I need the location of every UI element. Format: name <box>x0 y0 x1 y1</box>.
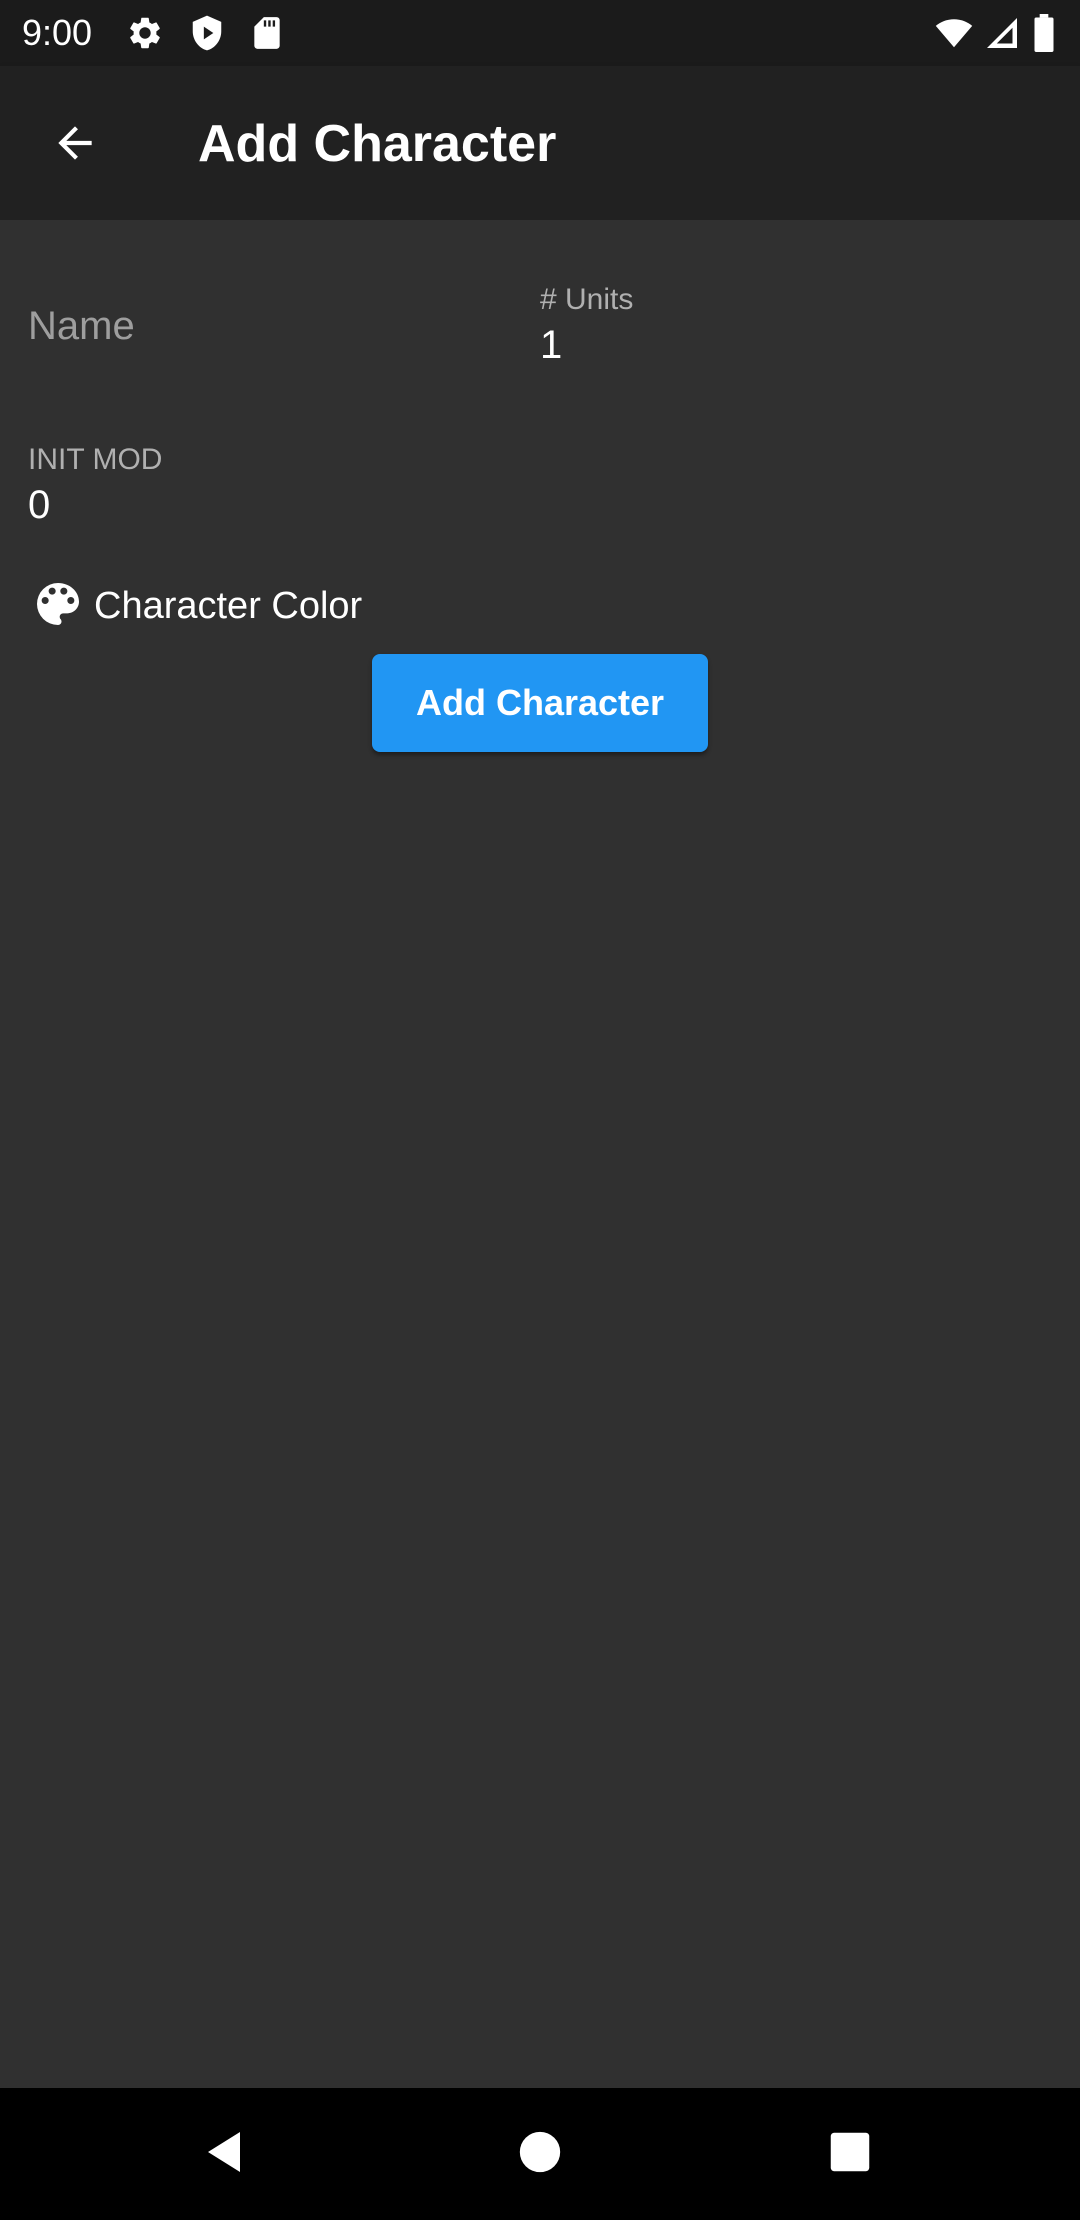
nav-back-button[interactable] <box>190 2118 262 2190</box>
status-bar: 9:00 <box>0 0 1080 66</box>
init-mod-field[interactable]: INIT MOD 0 <box>28 442 508 530</box>
units-label: # Units <box>540 283 634 316</box>
name-field[interactable]: Name <box>28 302 508 350</box>
units-value: 1 <box>540 323 563 367</box>
character-color-picker[interactable]: Character Color <box>30 576 362 636</box>
add-character-form: Name # Units 1 INIT MOD 0 Character Colo… <box>0 220 1080 2088</box>
back-button[interactable] <box>40 110 110 180</box>
nav-home-button[interactable] <box>504 2118 576 2190</box>
cell-signal-icon <box>984 14 1022 52</box>
palette-icon <box>30 576 86 637</box>
wifi-icon <box>934 14 973 52</box>
app-bar: Add Character <box>0 66 1080 220</box>
home-circle-icon <box>518 2130 562 2179</box>
init-mod-label: INIT MOD <box>28 443 163 476</box>
units-field[interactable]: # Units 1 <box>540 282 1040 370</box>
back-triangle-icon <box>202 2128 250 2181</box>
character-color-label: Character Color <box>94 584 363 627</box>
settings-icon <box>126 14 164 52</box>
shield-play-icon <box>188 14 226 52</box>
status-time: 9:00 <box>22 12 93 53</box>
battery-icon <box>1032 14 1062 53</box>
add-character-button[interactable]: Add Character <box>372 654 708 752</box>
name-placeholder: Name <box>28 304 135 348</box>
init-mod-value: 0 <box>28 483 51 527</box>
page-title: Add Character <box>198 115 557 173</box>
system-nav-bar <box>0 2088 1080 2220</box>
sd-card-icon <box>248 14 286 52</box>
arrow-back-icon <box>50 118 100 173</box>
recents-square-icon <box>829 2131 871 2178</box>
nav-recents-button[interactable] <box>814 2118 886 2190</box>
